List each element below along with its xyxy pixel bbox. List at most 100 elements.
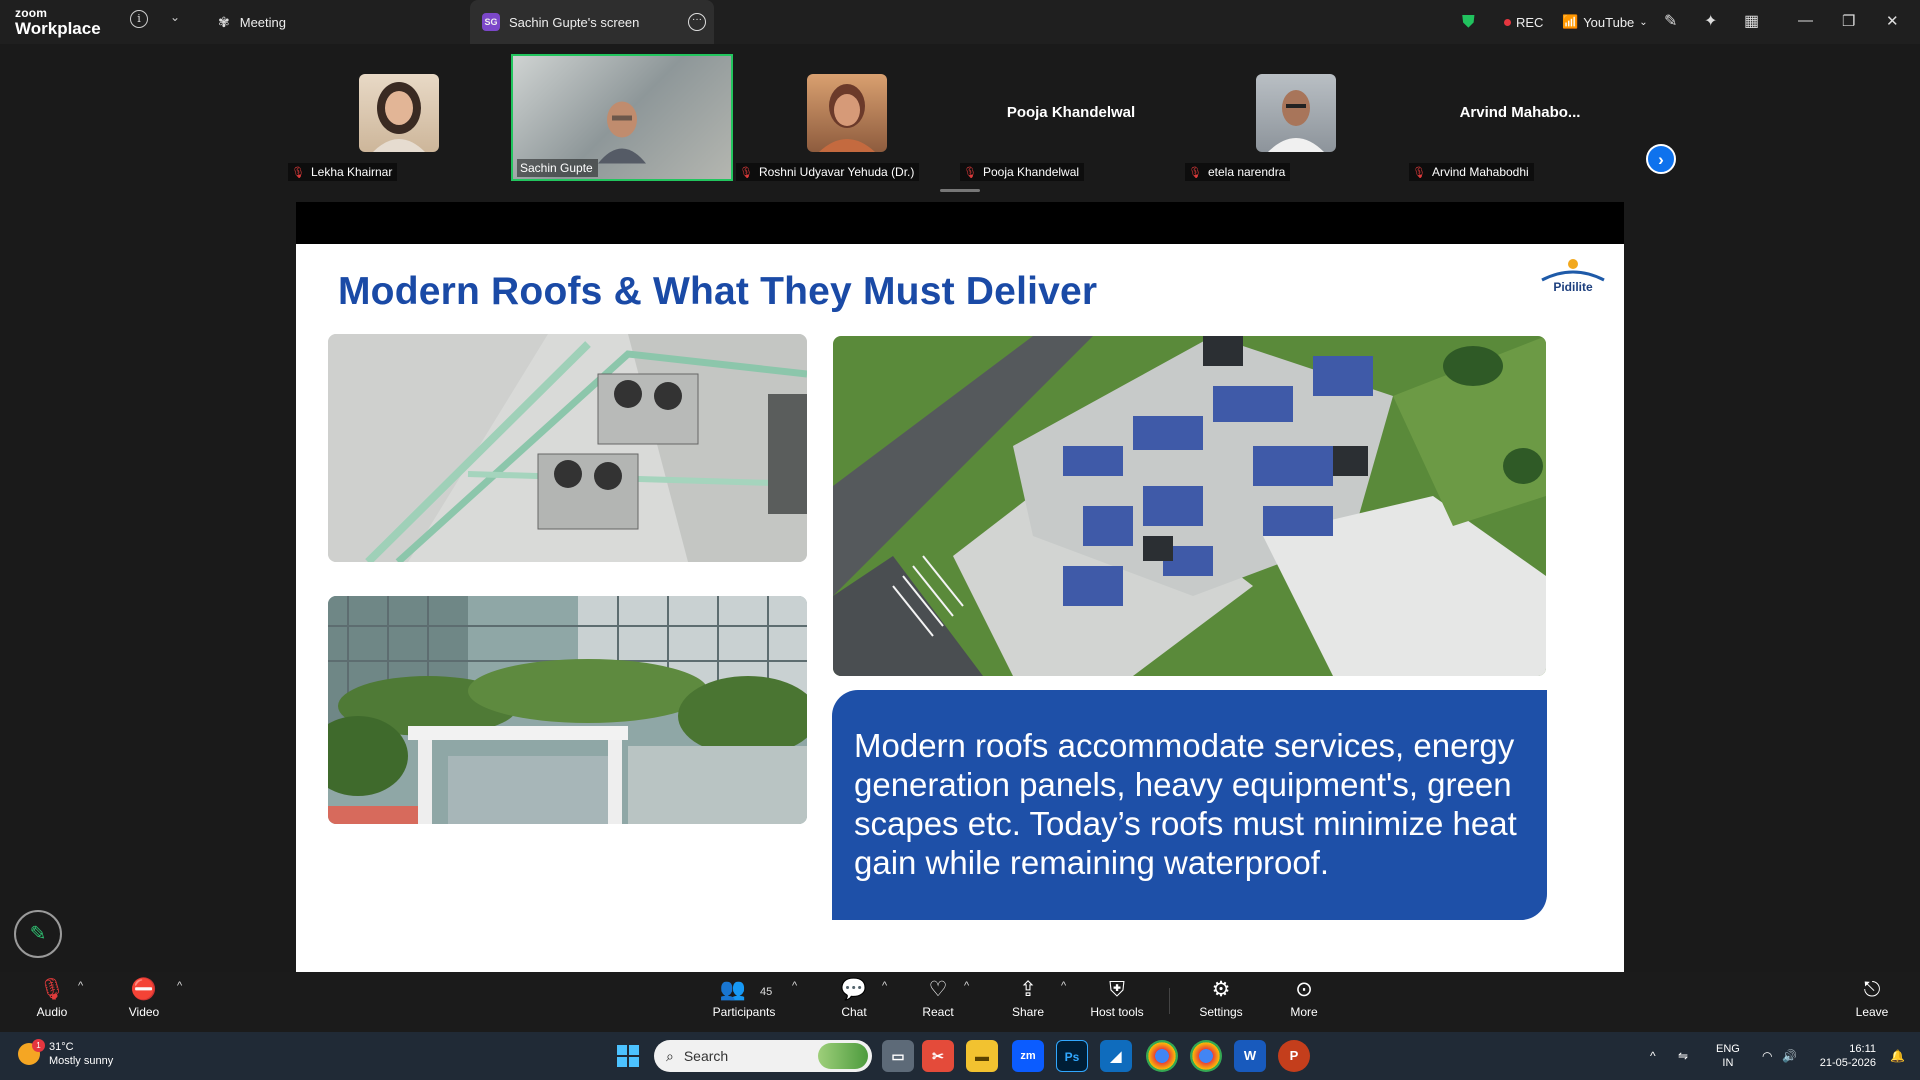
participant-name-label: 🎙 Lekha Khairnar [288, 163, 398, 181]
logo-text: Pidilite [1553, 280, 1593, 294]
share-button[interactable]: ⇪ Share [1008, 976, 1048, 1019]
leave-label: Leave [1855, 1005, 1889, 1019]
presentation-slide: Modern Roofs & What They Must Deliver Pi… [296, 244, 1624, 974]
avatar [807, 74, 887, 152]
video-label: Video [128, 1005, 160, 1019]
photoshop-icon[interactable]: Ps [1056, 1040, 1088, 1072]
person-video-icon [598, 101, 646, 163]
participant-tile[interactable]: 🎙 Roshni Udyavar Yehuda (Dr.) [736, 54, 958, 181]
more-button[interactable]: ⊙ More [1284, 976, 1324, 1019]
language-indicator[interactable]: ENG IN [1716, 1042, 1740, 1070]
app-icon[interactable]: ◢ [1100, 1040, 1132, 1072]
recording-indicator[interactable]: REC [1504, 0, 1543, 44]
video-button[interactable]: ⛔ Video [124, 976, 164, 1019]
mic-off-icon: 🎙 [1188, 166, 1202, 179]
tab-shared-screen[interactable]: SG Sachin Gupte's screen ··· [470, 0, 714, 44]
chevron-right-icon[interactable]: › [1646, 144, 1676, 174]
heart-icon: ♡ [928, 978, 948, 1001]
weather-widget[interactable]: 1 31°C Mostly sunny [18, 1039, 114, 1068]
participant-tile[interactable]: Arvind Mahabo... 🎙 Arvind Mahabodhi [1409, 54, 1631, 181]
chrome-icon[interactable] [1146, 1040, 1178, 1072]
word-icon[interactable]: W [1234, 1040, 1266, 1072]
solar-roof-aerial-image [833, 336, 1546, 676]
participant-tile[interactable]: 🎙 etela narendra [1185, 54, 1407, 181]
tab-screen-label: Sachin Gupte's screen [509, 14, 640, 30]
mic-off-icon: 🎙 [963, 166, 977, 179]
lang-code: ENG [1716, 1043, 1740, 1055]
chat-options-caret[interactable]: ^ [882, 980, 887, 992]
encryption-shield-icon[interactable]: ⛊ [1462, 0, 1475, 44]
host-tools-button[interactable]: ⛨ Host tools [1086, 976, 1148, 1019]
wifi-icon[interactable]: ◠ [1762, 1032, 1772, 1080]
person-photo-icon [819, 84, 875, 152]
stream-icon: 📶 [1562, 14, 1579, 29]
ai-sparkle-icon[interactable]: ✦ [1704, 11, 1717, 31]
snipping-tool-icon[interactable]: ✂ [922, 1040, 954, 1072]
os-taskbar: 1 31°C Mostly sunny ⌕ Search ▭ ✂ ▬ zm Ps… [0, 1032, 1920, 1080]
participant-name: Roshni Udyavar Yehuda (Dr.) [758, 165, 915, 179]
person-photo-icon [1268, 90, 1324, 152]
search-highlight-image [818, 1043, 868, 1069]
notification-bell-icon[interactable]: 🔔 [1890, 1032, 1905, 1080]
participant-tile[interactable]: 🎙 Lekha Khairnar [288, 54, 510, 181]
powerpoint-icon[interactable]: P [1278, 1040, 1310, 1072]
more-icon: ⊙ [1295, 978, 1313, 1001]
task-view-icon[interactable]: ▭ [882, 1040, 914, 1072]
chat-icon: 💬 [840, 978, 868, 1001]
participant-display-name: Pooja Khandelwal [1006, 104, 1136, 121]
network-status-icon[interactable]: ⇋ [1678, 1032, 1688, 1080]
live-stream-indicator[interactable]: 📶 YouTube ⌄ [1562, 0, 1648, 44]
search-placeholder: Search [683, 1048, 729, 1064]
meeting-info-icon[interactable]: i [130, 10, 148, 28]
participant-name-label: Sachin Gupte [517, 159, 598, 177]
sun-icon: 1 [18, 1039, 45, 1065]
show-hidden-icons[interactable]: ^ [1650, 1032, 1656, 1080]
windows-start-icon[interactable] [612, 1040, 644, 1072]
chevron-down-icon[interactable]: ⌄ [170, 10, 180, 24]
pencil-icon[interactable]: ✎ [14, 910, 62, 958]
participants-options-caret[interactable]: ^ [792, 980, 797, 992]
clock-date: 21-05-2026 [1819, 1057, 1876, 1069]
rooftop-hvac-image [328, 334, 807, 562]
chevron-down-icon: ⌄ [1639, 16, 1648, 28]
tab-meeting-label: Meeting [239, 14, 286, 30]
share-options-caret[interactable]: ^ [1061, 980, 1066, 992]
gallery-strip: 🎙 Lekha Khairnar Sachin Gupte 🎙 Roshni U… [0, 44, 1920, 194]
view-layout-icon[interactable]: ▦ [1744, 11, 1759, 31]
gear-icon: ⚙ [1211, 978, 1231, 1001]
taskbar-search[interactable]: ⌕ Search [654, 1040, 872, 1072]
more-label: More [1290, 1005, 1318, 1019]
share-screen-icon: ⇪ [1019, 978, 1037, 1001]
shield-icon: ⛨ [1109, 978, 1125, 1001]
title-bar: zoom Workplace i ⌄ ✾ Meeting SG Sachin G… [0, 0, 1920, 44]
participant-tile[interactable]: Pooja Khandelwal 🎙 Pooja Khandelwal [960, 54, 1182, 181]
minimize-icon[interactable]: — [1798, 12, 1813, 29]
settings-label: Settings [1199, 1005, 1243, 1019]
more-options-icon[interactable]: ··· [688, 13, 706, 31]
audio-options-caret[interactable]: ^ [78, 980, 83, 992]
zoom-logo: zoom Workplace [15, 7, 101, 37]
leave-button[interactable]: ⎋ Leave [1852, 976, 1892, 1019]
participant-tile-active-speaker[interactable]: Sachin Gupte [511, 54, 733, 181]
pidilite-logo: Pidilite [1536, 258, 1610, 298]
chrome-profile-icon[interactable] [1190, 1040, 1222, 1072]
close-icon[interactable]: ✕ [1886, 12, 1899, 30]
weather-desc: Mostly sunny [49, 1055, 114, 1067]
react-options-caret[interactable]: ^ [964, 980, 969, 992]
volume-icon[interactable]: 🔊 [1782, 1032, 1797, 1080]
settings-button[interactable]: ⚙ Settings [1196, 976, 1246, 1019]
restore-icon[interactable]: ❐ [1842, 12, 1855, 30]
annotate-icon[interactable]: ✎ [1664, 11, 1677, 31]
brand-bottom: Workplace [15, 19, 101, 38]
host-tools-label: Host tools [1090, 1005, 1144, 1019]
system-clock[interactable]: 16:11 21-05-2026 [1800, 1042, 1876, 1070]
zoom-app-icon[interactable]: zm [1012, 1040, 1044, 1072]
react-button[interactable]: ♡ React [918, 976, 958, 1019]
tab-meeting[interactable]: ✾ Meeting [218, 0, 286, 44]
video-options-caret[interactable]: ^ [177, 980, 182, 992]
file-explorer-icon[interactable]: ▬ [966, 1040, 998, 1072]
audio-button[interactable]: 🎙 Audio [32, 976, 72, 1019]
chat-button[interactable]: 💬 Chat [834, 976, 874, 1019]
meeting-toolbar: 🎙 Audio ^ ⛔ Video ^ 👥 Participants 45 ^ … [0, 972, 1920, 1032]
rec-dot-icon [1504, 18, 1511, 26]
